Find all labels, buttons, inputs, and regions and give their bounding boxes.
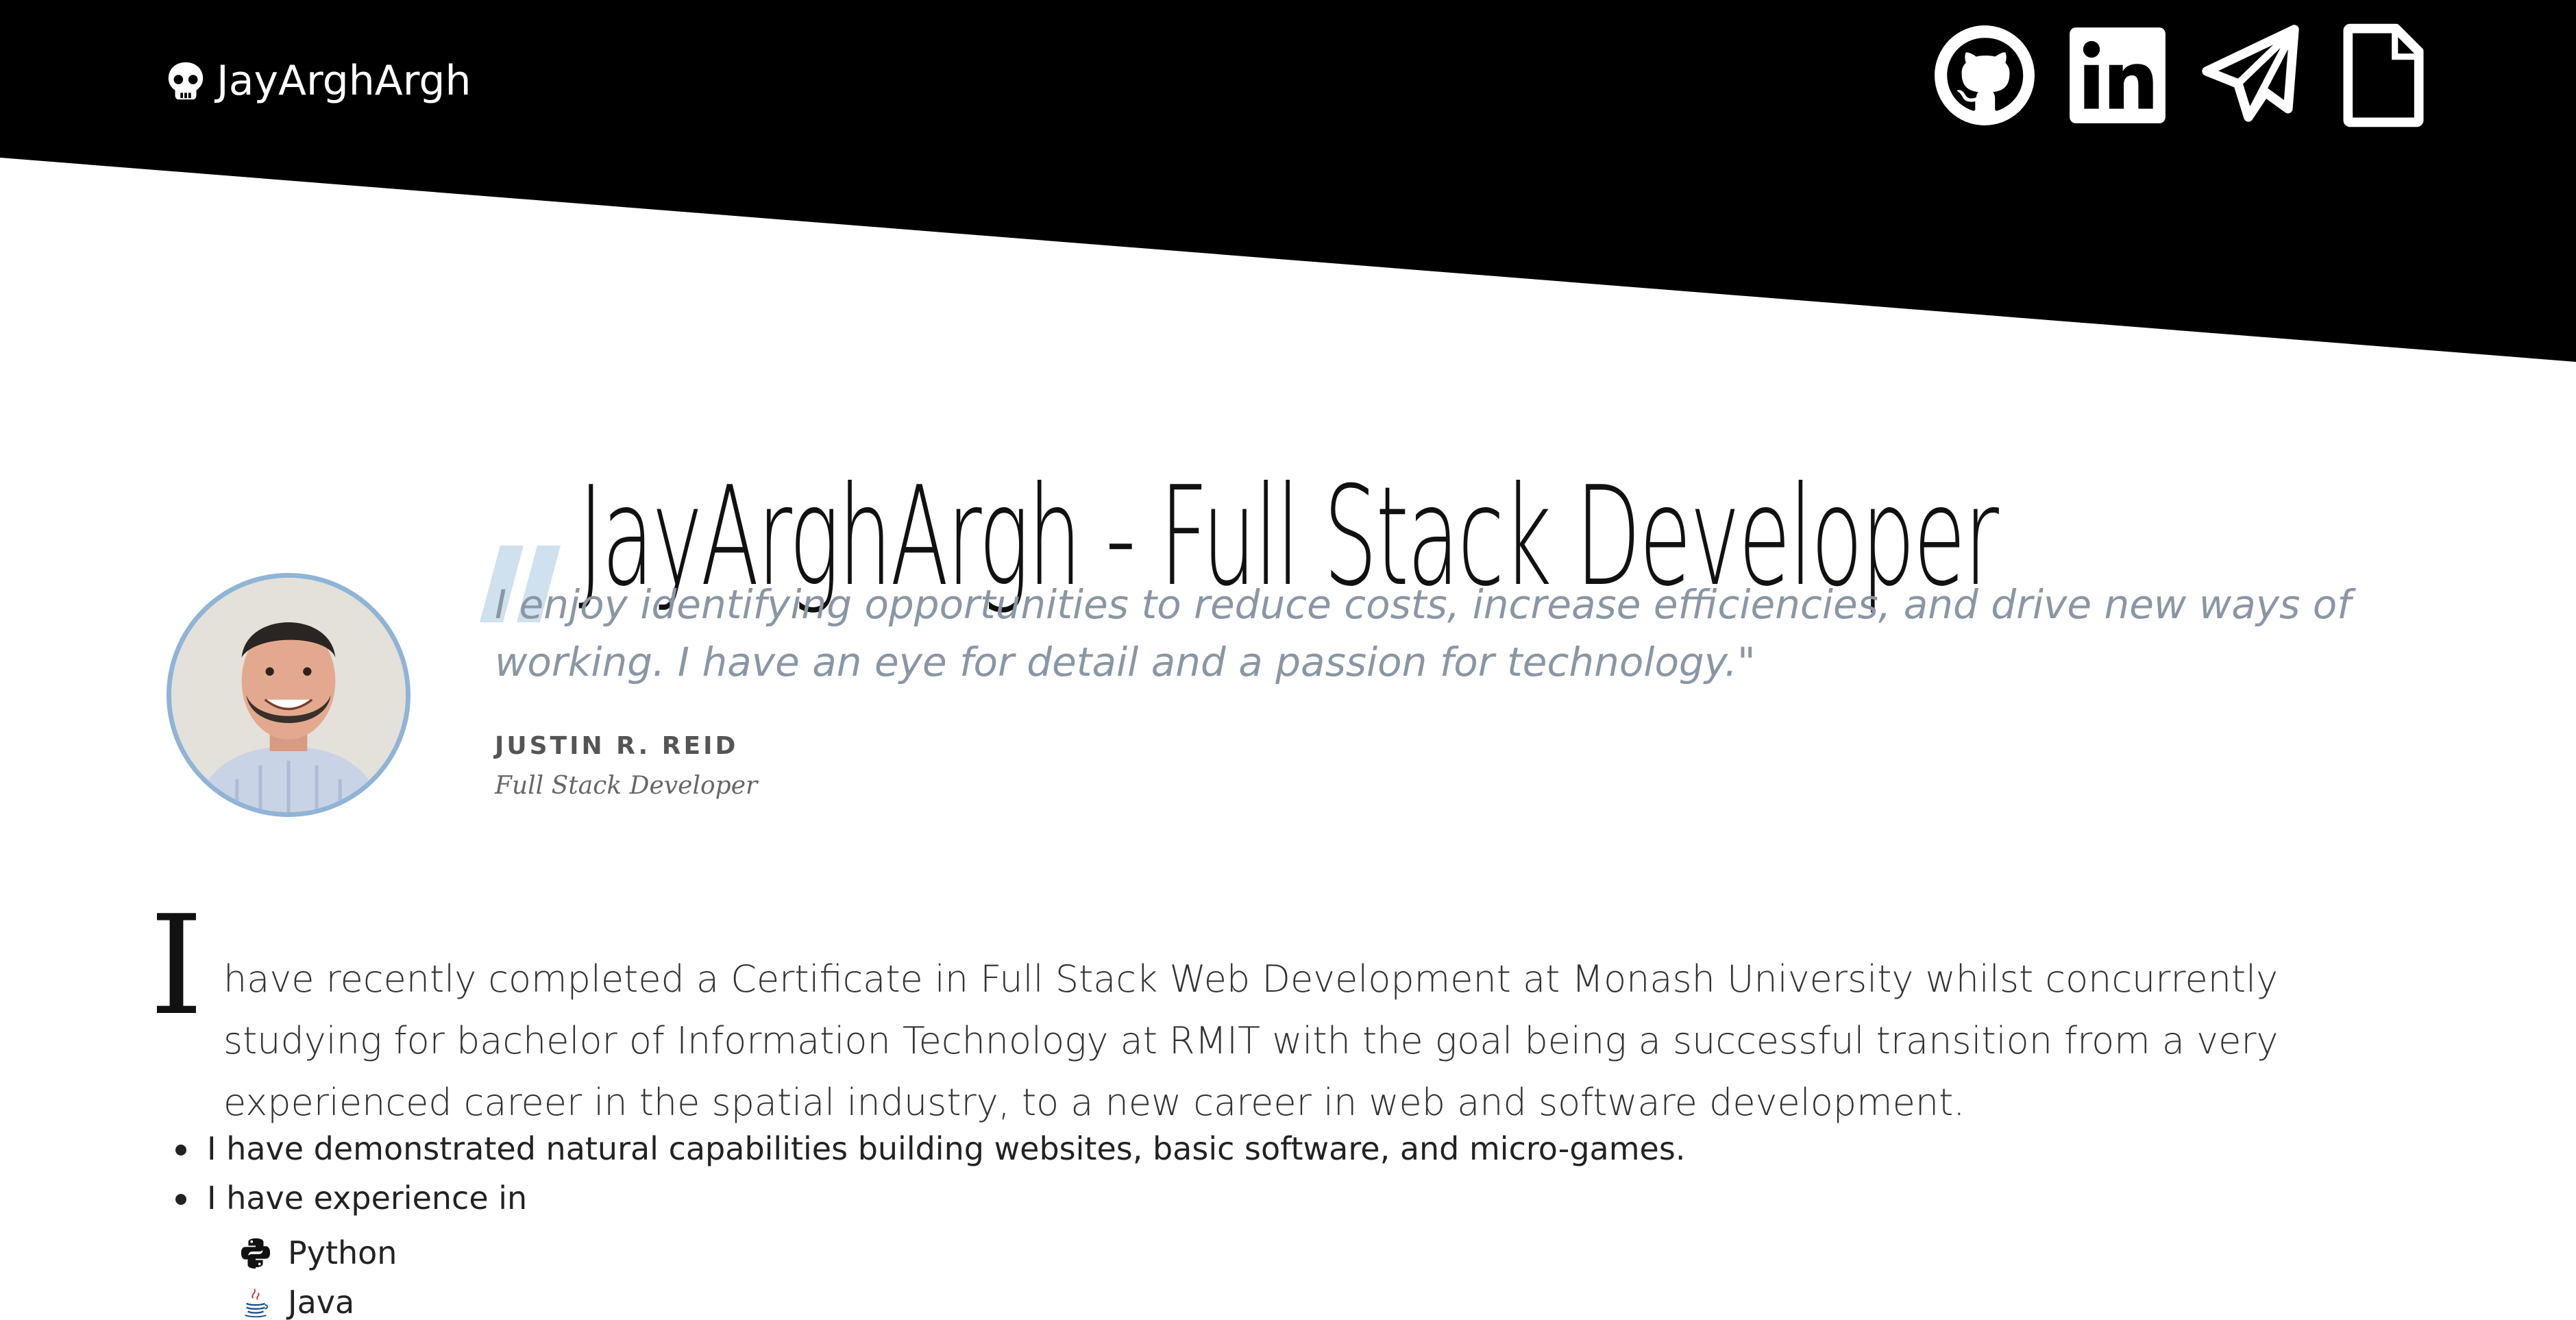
linkedin-link[interactable] [2065,23,2170,127]
testimonial-role: Full Stack Developer [495,772,758,800]
document-icon [2343,23,2424,127]
bullet-dot [175,1145,186,1156]
telegram-link[interactable] [2198,23,2303,127]
profile-photo [171,578,406,812]
intro-paragraph: have recently completed a Certificate in… [223,957,2279,1124]
list-item: I have experience in [164,1173,1685,1223]
brand-name: JayArghArgh [217,57,471,105]
testimonial-quote: I enjoy identifying opportunities to red… [495,581,2351,685]
testimonial-author: JUSTIN R. REID [495,732,739,760]
skill-item: Python [240,1228,397,1278]
github-icon [1935,25,2035,125]
java-icon [245,1288,268,1318]
page: JayArghArgh JayArghArgh - Full Stack Dev… [0,0,2576,1320]
skull-icon [168,62,204,100]
avatar [167,573,410,817]
github-link[interactable] [1933,23,2037,127]
bullet-dot [175,1194,186,1205]
highlights-list: I have demonstrated natural capabilities… [164,1124,1685,1223]
brand-link[interactable]: JayArghArgh [164,53,471,108]
python-icon [241,1238,271,1269]
skill-item: Java [240,1278,397,1320]
list-item: I have demonstrated natural capabilities… [164,1124,1685,1173]
skill-label: Java [288,1284,355,1320]
highlight-text: I have experience in [207,1180,528,1217]
drop-cap: I [149,886,204,1046]
linkedin-icon [2070,27,2166,123]
skills-list: Python Java [240,1228,397,1320]
social-links [1933,23,2436,127]
highlight-text: I have demonstrated natural capabilities… [207,1130,1686,1167]
resume-link[interactable] [2331,23,2436,127]
paper-plane-icon [2202,25,2299,122]
skill-label: Python [288,1234,397,1271]
